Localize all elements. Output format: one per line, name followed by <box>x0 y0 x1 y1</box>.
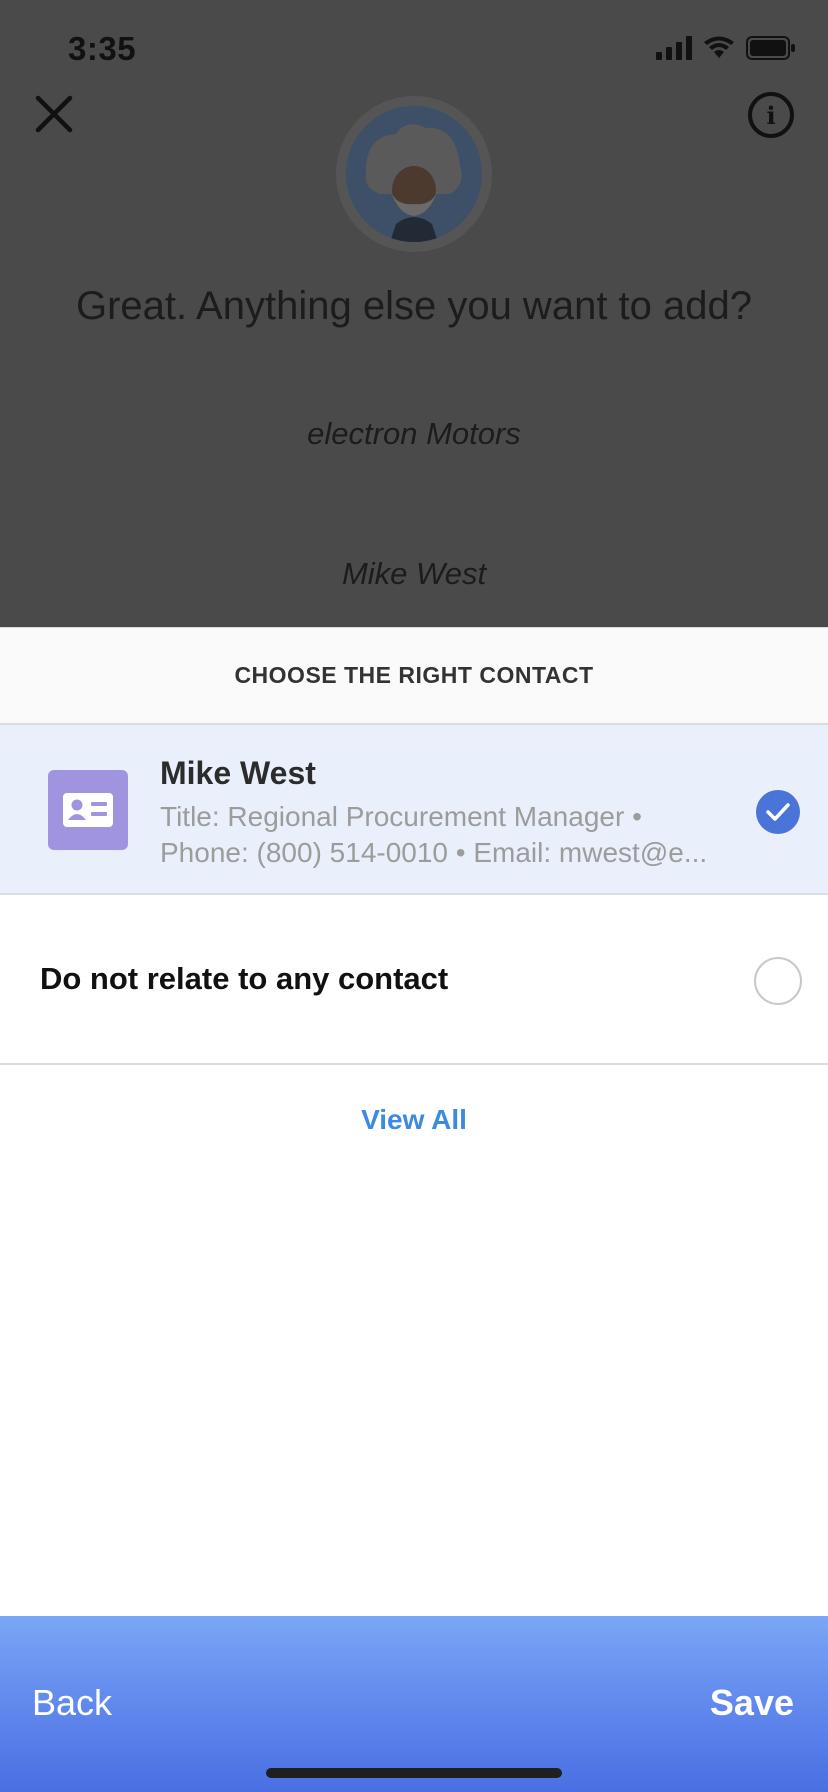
conversation-chip-contact: Mike West <box>341 556 487 591</box>
back-button[interactable]: Back <box>32 1682 112 1724</box>
einstein-avatar-icon <box>346 106 482 242</box>
conversation-chip-account: electron Motors <box>307 416 521 451</box>
status-icons <box>656 36 796 60</box>
close-icon <box>35 95 73 133</box>
close-button[interactable] <box>30 90 78 138</box>
unselected-radio-icon[interactable] <box>754 957 802 1005</box>
home-indicator[interactable] <box>266 1768 562 1778</box>
contact-option-row[interactable]: Mike West Title: Regional Procurement Ma… <box>0 725 828 895</box>
selected-radio-check-icon[interactable] <box>756 790 800 834</box>
save-button[interactable]: Save <box>710 1682 794 1724</box>
wifi-icon <box>704 36 734 58</box>
cellular-signal-icon <box>656 36 692 60</box>
no-contact-option-row[interactable]: Do not relate to any contact <box>0 895 828 1065</box>
battery-icon <box>746 36 795 60</box>
no-contact-label: Do not relate to any contact <box>40 961 449 996</box>
contact-name: Mike West <box>160 755 316 791</box>
status-bar: 3:35 <box>0 0 828 100</box>
einstein-avatar <box>336 96 492 252</box>
sheet-title: CHOOSE THE RIGHT CONTACT <box>0 627 828 725</box>
status-time: 3:35 <box>68 30 137 67</box>
contact-card-icon <box>48 770 128 850</box>
contact-details-title: Title: Regional Procurement Manager • <box>160 801 642 832</box>
footer-bar: Back Save <box>0 1616 828 1792</box>
info-icon[interactable]: i <box>748 92 794 138</box>
bot-prompt: Great. Anything else you want to add? <box>76 284 752 328</box>
dimmed-background: 3:35 i Great. Anything else you want to … <box>0 0 828 627</box>
contact-details-phone-email: Phone: (800) 514-0010 • Email: mwest@e..… <box>160 837 708 868</box>
view-all-link[interactable]: View All <box>0 1104 828 1136</box>
